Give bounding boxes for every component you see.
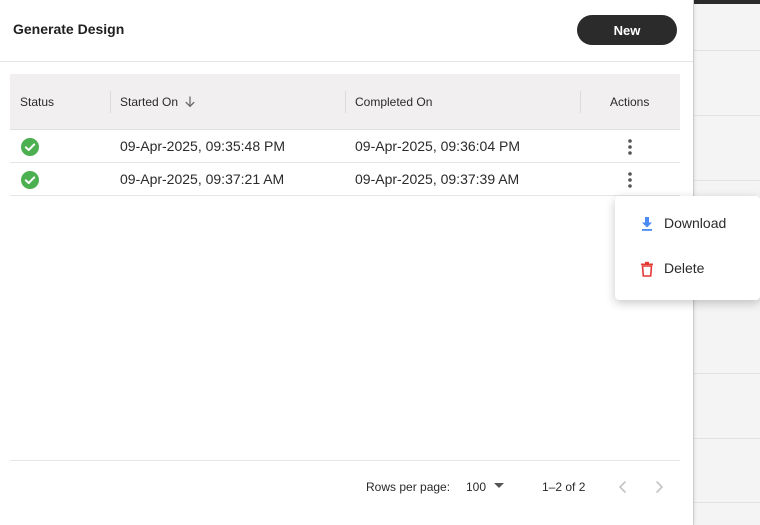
table-header: Status Started On Completed On Actions (10, 74, 680, 130)
success-check-icon (21, 171, 39, 189)
column-header-status[interactable]: Status (20, 74, 54, 130)
background-gridline (693, 438, 760, 439)
rows-per-page-select[interactable]: 100 (466, 474, 510, 500)
menu-item-delete[interactable]: Delete (615, 247, 760, 291)
generate-design-panel: Generate Design New Status Started On Co… (0, 0, 693, 525)
rows-per-page-label: Rows per page: (366, 480, 451, 494)
column-header-started-on[interactable]: Started On (120, 74, 196, 130)
table-row: 09-Apr-2025, 09:37:21 AM 09-Apr-2025, 09… (10, 163, 680, 196)
menu-item-label: Download (664, 215, 727, 231)
table-pagination: Rows per page: 100 1–2 of 2 (10, 460, 680, 514)
column-header-label: Started On (120, 95, 179, 109)
background-gridline (693, 180, 760, 181)
started-on-cell: 09-Apr-2025, 09:37:21 AM (120, 171, 285, 187)
completed-on-cell: 09-Apr-2025, 09:37:39 AM (355, 171, 520, 187)
new-button[interactable]: New (577, 15, 677, 45)
previous-page-icon[interactable] (613, 477, 633, 497)
completed-on-cell: 09-Apr-2025, 09:36:04 PM (355, 138, 520, 154)
column-header-completed-on[interactable]: Completed On (355, 74, 432, 130)
row-actions-menu: Download Delete (615, 196, 760, 300)
background-gridline (693, 115, 760, 116)
background-gridline (693, 50, 760, 51)
pagination-range: 1–2 of 2 (542, 480, 586, 494)
design-runs-table: Status Started On Completed On Actions 0… (10, 74, 680, 196)
next-page-icon[interactable] (649, 477, 669, 497)
more-actions-icon[interactable] (622, 170, 638, 190)
column-separator (345, 91, 346, 113)
caret-down-icon (494, 483, 504, 488)
column-separator (110, 91, 111, 113)
rows-per-page-value: 100 (466, 480, 487, 494)
trash-icon (641, 261, 653, 277)
column-header-actions: Actions (610, 95, 650, 109)
menu-item-download[interactable]: Download (615, 202, 760, 246)
background-top-bar (690, 0, 760, 4)
background-gridline (693, 502, 760, 503)
started-on-cell: 09-Apr-2025, 09:35:48 PM (120, 138, 285, 154)
panel-header: Generate Design New (0, 0, 693, 62)
panel-title: Generate Design (13, 21, 125, 37)
download-icon (642, 217, 652, 231)
menu-item-label: Delete (664, 260, 705, 276)
more-actions-icon[interactable] (622, 137, 638, 157)
success-check-icon (21, 138, 39, 156)
table-row: 09-Apr-2025, 09:35:48 PM 09-Apr-2025, 09… (10, 130, 680, 163)
background-gridline (693, 373, 760, 374)
sort-descending-icon[interactable] (184, 96, 196, 108)
column-separator (580, 91, 581, 113)
